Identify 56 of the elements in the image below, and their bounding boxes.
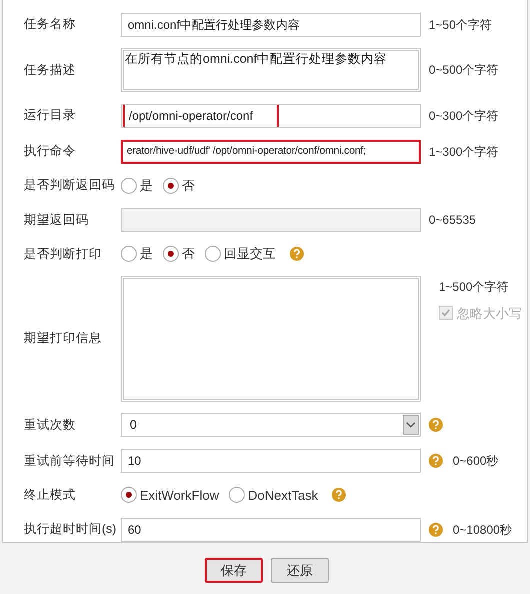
hint-text: 0~300个字符: [429, 108, 499, 125]
field-label: 是否判断返回码: [24, 178, 115, 192]
hint-text: 0~65535: [429, 212, 476, 229]
radio-button[interactable]: [121, 246, 137, 262]
radio-option[interactable]: 回显交互: [205, 244, 276, 264]
radio-button[interactable]: [121, 178, 137, 194]
text-field[interactable]: 10: [121, 449, 421, 474]
hint-text: 0~500个字符: [429, 63, 499, 78]
radio-button[interactable]: [163, 178, 179, 194]
description-field[interactable]: 在所有节点的omni.conf中配置行处理参数内容: [121, 48, 421, 92]
text-field[interactable]: /opt/omni-operator/conf: [121, 104, 421, 128]
help-icon[interactable]: [429, 454, 443, 468]
field-value: omni.conf中配置行处理参数内容: [128, 16, 300, 34]
field-label: 重试次数: [24, 418, 76, 432]
chevron-down-icon: [406, 422, 416, 428]
text-field[interactable]: 60: [121, 518, 421, 542]
radio-button[interactable]: [229, 487, 246, 504]
radio-button[interactable]: [205, 246, 221, 262]
field-label: 期望打印信息: [24, 331, 102, 346]
field-label: 执行超时时间(s): [24, 522, 117, 536]
radio-option[interactable]: 是: [121, 176, 153, 196]
hint-text: 1~300个字符: [429, 144, 499, 161]
field-label: 任务名称: [24, 17, 76, 32]
retry-count-dropdown[interactable]: 0: [121, 413, 421, 438]
radio-option[interactable]: 否: [163, 244, 195, 264]
field-label: 执行命令: [24, 144, 76, 158]
text-field[interactable]: omni.conf中配置行处理参数内容: [121, 12, 421, 37]
field-value: 60: [128, 522, 142, 539]
field-value: erator/hive-udf/udf' /opt/omni-operator/conf/omni.conf;: [127, 144, 366, 159]
radio-button[interactable]: [163, 246, 179, 262]
field-label: 重试前等待时间: [24, 454, 115, 468]
field-label: 期望返回码: [24, 212, 89, 227]
radio-option[interactable]: ExitWorkFlow: [121, 486, 220, 506]
help-icon[interactable]: [429, 418, 443, 432]
radio-option[interactable]: 是: [121, 244, 153, 264]
hint-text: 0~600秒: [453, 453, 499, 470]
field-label: 终止模式: [24, 488, 76, 502]
radio-button[interactable]: [121, 487, 137, 504]
print-message-field[interactable]: [121, 276, 421, 402]
form-button[interactable]: 保存: [205, 558, 263, 583]
check-icon: [441, 308, 451, 318]
hint-text: 1~500个字符: [439, 278, 510, 296]
field-label: 运行目录: [24, 108, 76, 122]
field-label: 任务描述: [24, 62, 76, 77]
hint-text: 0~10800秒: [453, 522, 512, 539]
field-value: 10: [128, 453, 142, 470]
radio-option[interactable]: DoNextTask: [229, 486, 318, 506]
outlined-value: /opt/omni-operator/conf: [123, 104, 280, 127]
help-icon[interactable]: [332, 488, 346, 502]
field-label: 是否判断打印: [24, 246, 102, 261]
text-field[interactable]: erator/hive-udf/udf' /opt/omni-operator/conf/omni.conf;: [121, 140, 421, 164]
hint-text: 1~50个字符: [429, 16, 492, 34]
radio-option[interactable]: 否: [163, 176, 195, 196]
help-icon[interactable]: [429, 522, 443, 537]
help-icon[interactable]: [290, 247, 304, 262]
form-button[interactable]: 还原: [271, 558, 329, 583]
